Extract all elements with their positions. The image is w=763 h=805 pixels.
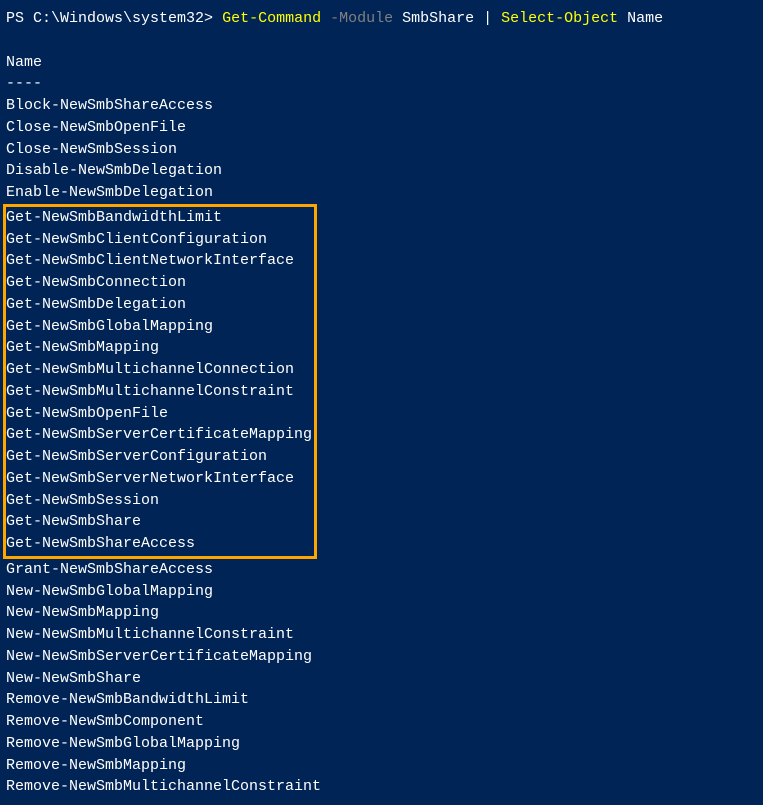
- highlight-box: Get-NewSmbBandwidthLimitGet-NewSmbClient…: [3, 204, 317, 559]
- output-line: Get-NewSmbShare: [6, 511, 312, 533]
- output-line: Get-NewSmbDelegation: [6, 294, 312, 316]
- column-divider: ----: [6, 73, 757, 95]
- output-before-highlight: Block-NewSmbShareAccessClose-NewSmbOpenF…: [6, 95, 757, 204]
- output-line: Block-NewSmbShareAccess: [6, 95, 757, 117]
- output-line: Disable-NewSmbDelegation: [6, 160, 757, 182]
- output-line: Enable-NewSmbDelegation: [6, 182, 757, 204]
- output-line: Remove-NewSmbMapping: [6, 755, 757, 777]
- output-line: Remove-NewSmbBandwidthLimit: [6, 689, 757, 711]
- prompt-caret: >: [204, 10, 222, 27]
- output-line: Get-NewSmbSession: [6, 490, 312, 512]
- prompt-path: C:\Windows\system32: [33, 10, 204, 27]
- cmdlet-get-command: Get-Command: [222, 10, 321, 27]
- prompt-prefix: PS: [6, 10, 33, 27]
- output-line: Get-NewSmbServerNetworkInterface: [6, 468, 312, 490]
- output-line: New-NewSmbShare: [6, 668, 757, 690]
- command-prompt-line[interactable]: PS C:\Windows\system32> Get-Command -Mod…: [6, 8, 757, 30]
- output-line: Get-NewSmbOpenFile: [6, 403, 312, 425]
- pipe-operator: |: [483, 10, 492, 27]
- output-line: New-NewSmbMapping: [6, 602, 757, 624]
- argument-smbshare: SmbShare: [393, 10, 483, 27]
- output-line: Remove-NewSmbComponent: [6, 711, 757, 733]
- output-line: Remove-NewSmbGlobalMapping: [6, 733, 757, 755]
- output-line: Get-NewSmbMultichannelConnection: [6, 359, 312, 381]
- output-line: Close-NewSmbSession: [6, 139, 757, 161]
- parameter-module: -Module: [321, 10, 393, 27]
- output-line: Get-NewSmbShareAccess: [6, 533, 312, 555]
- output-line: Get-NewSmbClientConfiguration: [6, 229, 312, 251]
- output-line: Get-NewSmbMultichannelConstraint: [6, 381, 312, 403]
- output-line: Get-NewSmbClientNetworkInterface: [6, 250, 312, 272]
- output-line: Close-NewSmbOpenFile: [6, 117, 757, 139]
- output-line: Get-NewSmbConnection: [6, 272, 312, 294]
- blank-line: [6, 30, 757, 52]
- output-line: New-NewSmbGlobalMapping: [6, 581, 757, 603]
- output-line: Grant-NewSmbShareAccess: [6, 559, 757, 581]
- output-after-highlight: Grant-NewSmbShareAccessNew-NewSmbGlobalM…: [6, 559, 757, 798]
- output-line: Get-NewSmbServerCertificateMapping: [6, 424, 312, 446]
- cmdlet-select-object: Select-Object: [492, 10, 618, 27]
- output-line: Get-NewSmbServerConfiguration: [6, 446, 312, 468]
- output-line: Get-NewSmbGlobalMapping: [6, 316, 312, 338]
- output-line: Get-NewSmbMapping: [6, 337, 312, 359]
- output-line: New-NewSmbMultichannelConstraint: [6, 624, 757, 646]
- output-line: New-NewSmbServerCertificateMapping: [6, 646, 757, 668]
- output-highlighted: Get-NewSmbBandwidthLimitGet-NewSmbClient…: [6, 207, 312, 555]
- output-line: Get-NewSmbBandwidthLimit: [6, 207, 312, 229]
- output-line: Remove-NewSmbMultichannelConstraint: [6, 776, 757, 798]
- argument-name: Name: [618, 10, 663, 27]
- column-header: Name: [6, 52, 757, 74]
